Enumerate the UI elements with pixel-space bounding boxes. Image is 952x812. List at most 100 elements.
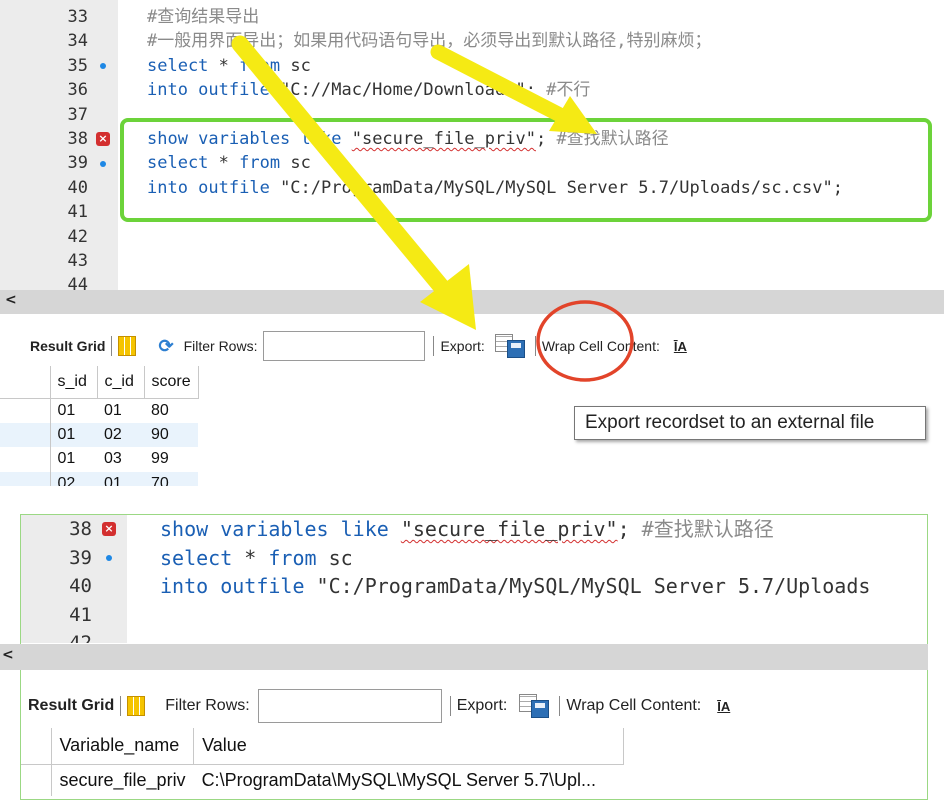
code-line[interactable]: 40 into outfile "C:/ProgramData/MySQL/MyS… (21, 572, 927, 601)
code-token: "secure_file_priv" (400, 517, 618, 541)
error-icon[interactable]: × (102, 522, 116, 537)
table-cell[interactable]: 01 (97, 398, 144, 423)
line-number: 44 (67, 275, 88, 290)
table-cell[interactable]: 03 (97, 447, 144, 472)
code-line[interactable]: 33 #查询结果导出 (0, 5, 944, 29)
code-token: #一般用界面导出；如果用代码语句导出，必须导出到默认路径,特别麻烦； (147, 31, 712, 52)
code-line[interactable]: 44 (0, 273, 944, 290)
code-text[interactable]: select * from sc (147, 54, 311, 78)
editor-horizontal-scrollbar[interactable]: < (0, 290, 944, 314)
result-grid-bottom: Variable_name Value secure_file_priv C:\Pro… (21, 728, 693, 796)
toolbar-divider (111, 336, 113, 356)
column-header[interactable]: Variable_name (51, 728, 195, 765)
code-line[interactable]: 42 (21, 629, 927, 643)
column-header[interactable]: Value (193, 728, 625, 765)
filter-rows-input[interactable] (257, 689, 442, 723)
code-line[interactable]: 35 select * from sc (0, 54, 944, 78)
line-number: 35 (67, 55, 88, 76)
code-line[interactable]: 36 into outfile "C://Mac/Home/Downloads";… (0, 78, 944, 102)
table-header-row: s_id c_id score (0, 366, 199, 399)
table-row[interactable]: 01 02 90 (0, 422, 199, 448)
form-editor-icon[interactable] (127, 696, 146, 716)
code-line[interactable]: 42 (0, 225, 944, 249)
table-cell[interactable]: 02 (50, 472, 97, 486)
code-token: select (160, 545, 233, 570)
table-cell[interactable]: 01 (50, 423, 97, 448)
scroll-left-arrow[interactable]: < (2, 647, 14, 663)
code-text[interactable]: select * from sc (160, 544, 353, 573)
table-row[interactable]: 01 01 80 (0, 398, 198, 423)
line-number: 43 (67, 251, 88, 271)
row-selector-header (21, 728, 52, 765)
column-header[interactable]: s_id (50, 366, 98, 399)
line-number: 40 (67, 177, 88, 198)
toolbar-divider (534, 336, 536, 356)
row-selector[interactable] (0, 422, 51, 447)
row-selector[interactable] (0, 398, 51, 423)
editor-horizontal-scrollbar[interactable]: < (0, 644, 928, 670)
result-table: Variable_name Value secure_file_priv C:\Pro… (21, 728, 625, 796)
code-text[interactable]: into outfile "C://Mac/Home/Downloads"; #… (147, 78, 590, 102)
code-text[interactable]: #一般用界面导出；如果用代码语句导出，必须导出到默认路径,特别麻烦； (147, 29, 711, 53)
filter-rows-input[interactable] (263, 331, 426, 361)
table-cell[interactable]: 70 (144, 472, 198, 486)
table-cell[interactable]: 01 (50, 447, 97, 472)
code-token: ; (617, 517, 642, 541)
wrap-cell-icon[interactable]: ĪA (717, 699, 730, 714)
line-number: 42 (67, 226, 88, 247)
code-token: from (268, 545, 317, 570)
row-selector-header (0, 366, 51, 399)
row-selector[interactable] (21, 764, 52, 796)
form-editor-icon[interactable] (118, 336, 137, 356)
table-row[interactable]: 02 01 70 (0, 471, 199, 486)
result-grid-label[interactable]: Result Grid (30, 338, 105, 354)
error-icon[interactable]: × (96, 132, 110, 147)
code-token: * (208, 55, 240, 76)
code-token: sc (280, 55, 311, 76)
code-line[interactable]: 34 #一般用界面导出；如果用代码语句导出，必须导出到默认路径,特别麻烦； (0, 29, 944, 53)
result-toolbar-top: Result Grid ⟳ Filter Rows: Export: Wrap … (30, 330, 687, 362)
code-line[interactable]: 41 (21, 601, 927, 630)
toolbar-divider (449, 696, 451, 716)
result-grid-label[interactable]: Result Grid (28, 697, 114, 715)
result-table: s_idc_idscore010180010290010399020170020… (0, 366, 199, 486)
scroll-left-arrow[interactable]: < (5, 292, 17, 308)
table-cell[interactable]: 02 (97, 423, 144, 448)
sql-editor-bottom[interactable]: 38 × show variables like "secure_file_priv… (21, 515, 927, 643)
table-cell[interactable]: C:\ProgramData\MySQL\MySQL Server 5.7\Up… (194, 764, 624, 796)
code-text[interactable]: show variables like "secure_file_priv"; … (160, 515, 774, 544)
statement-marker-icon (106, 554, 112, 561)
table-cell[interactable]: 01 (97, 472, 144, 486)
table-row[interactable]: 01 03 99 (0, 447, 198, 472)
line-number: 42 (69, 632, 92, 643)
table-cell[interactable]: 99 (144, 447, 198, 472)
table-cell[interactable]: 01 (50, 398, 97, 423)
table-cell[interactable]: secure_file_priv (51, 764, 194, 796)
code-token: select (147, 55, 209, 76)
line-number: 39 (67, 153, 88, 174)
code-token: #查询结果导出 (147, 7, 260, 27)
export-icon[interactable] (494, 334, 525, 358)
export-icon[interactable] (519, 694, 550, 718)
code-text[interactable]: into outfile "C:/ProgramData/MySQL/MySQL… (160, 572, 870, 601)
line-number: 36 (67, 80, 88, 101)
code-line[interactable]: 39 select * from sc (21, 544, 927, 573)
table-cell[interactable]: 80 (144, 398, 198, 423)
result-toolbar-bottom: Result Grid Filter Rows: Export: Wrap Ce… (28, 688, 730, 724)
code-token: "C://Mac/Home/Downloads"; (269, 80, 547, 101)
refresh-icon[interactable]: ⟳ (158, 336, 173, 357)
code-line[interactable]: 43 (0, 249, 944, 273)
row-selector[interactable] (0, 447, 51, 472)
code-token: into outfile (147, 80, 270, 101)
line-number: 41 (67, 202, 88, 223)
table-cell[interactable]: 90 (144, 423, 198, 448)
column-header[interactable]: c_id (97, 366, 145, 399)
column-header[interactable]: score (144, 366, 199, 399)
wrap-cell-icon[interactable]: ĪA (674, 339, 687, 354)
code-token: #不行 (546, 80, 591, 101)
row-selector[interactable] (0, 471, 51, 486)
table-row[interactable]: secure_file_priv C:\ProgramData\MySQL\MyS… (21, 764, 624, 796)
code-text[interactable]: #查询结果导出 (147, 5, 259, 29)
code-line[interactable]: 38 × show variables like "secure_file_priv… (21, 515, 927, 544)
